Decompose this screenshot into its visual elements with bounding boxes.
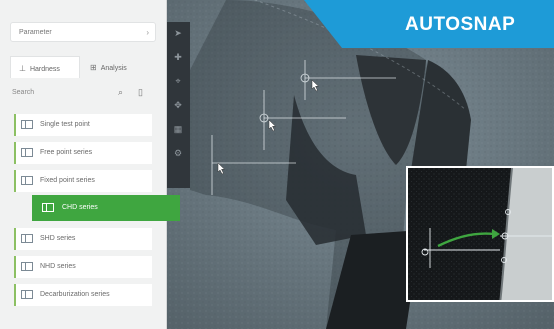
method-item-fixed-point-series[interactable]: Fixed point series	[14, 170, 152, 192]
free-series-icon	[21, 148, 33, 157]
search-row: Search ⌕ ▯	[10, 86, 156, 102]
method-item-shd-series[interactable]: SHD series	[14, 228, 152, 250]
autosnap-label: AUTOSNAP	[405, 14, 516, 35]
image-toolbar: ➤ ✚ ⌖ ✥ ▦ ⚙	[166, 22, 190, 188]
grid-tool-icon[interactable]: ▦	[172, 124, 184, 135]
method-item-label: CHD series	[62, 204, 98, 211]
single-point-icon	[21, 120, 33, 129]
parameter-dropdown-label: Parameter	[19, 29, 52, 36]
method-item-label: NHD series	[40, 263, 76, 270]
method-item-single-test-point[interactable]: Single test point	[14, 114, 152, 136]
search-icon[interactable]: ⌕	[118, 87, 123, 98]
fixed-series-icon	[21, 176, 33, 185]
pan-tool-icon[interactable]: ✥	[172, 100, 184, 111]
method-item-label: Single test point	[40, 121, 90, 128]
hardness-icon: ⊥	[19, 64, 26, 73]
zoom-inset-image	[408, 168, 552, 300]
tab-analysis[interactable]: ⊞ Analysis	[86, 56, 154, 78]
method-item-decarburization-series[interactable]: Decarburization series	[14, 284, 152, 306]
method-item-label: Fixed point series	[40, 177, 95, 184]
search-label[interactable]: Search	[12, 89, 34, 96]
shd-series-icon	[21, 234, 33, 243]
pointer-tool-icon[interactable]: ➤	[172, 28, 184, 39]
settings-tool-icon[interactable]: ⚙	[172, 148, 184, 159]
chd-series-icon	[42, 203, 54, 212]
method-item-label: Free point series	[40, 149, 93, 156]
method-item-chd-series[interactable]: CHD series	[32, 195, 180, 221]
method-item-nhd-series[interactable]: NHD series	[14, 256, 152, 278]
method-panel: Parameter › ⊥ Hardness ⊞ Analysis Search ⌕…	[0, 0, 167, 329]
method-item-free-point-series[interactable]: Free point series	[14, 142, 152, 164]
zoom-tool-icon[interactable]: ✚	[172, 52, 184, 63]
tab-hardness[interactable]: ⊥ Hardness	[10, 56, 80, 78]
filter-icon[interactable]: ▯	[138, 87, 143, 98]
analysis-icon: ⊞	[90, 63, 97, 72]
panel-tabs: ⊥ Hardness ⊞ Analysis	[10, 56, 156, 78]
parameter-dropdown[interactable]: Parameter ›	[10, 22, 156, 42]
decarburization-series-icon	[21, 290, 33, 299]
app-window: ➤ ✚ ⌖ ✥ ▦ ⚙ Parameter › ⊥ Hardness ⊞ Analy…	[0, 0, 554, 329]
chevron-right-icon: ›	[146, 28, 149, 37]
tab-analysis-label: Analysis	[100, 65, 127, 72]
autosnap-zoom-inset	[406, 166, 554, 302]
nhd-series-icon	[21, 262, 33, 271]
measure-tool-icon[interactable]: ⌖	[172, 76, 184, 87]
method-item-label: Decarburization series	[40, 291, 110, 298]
method-item-label: SHD series	[40, 235, 76, 242]
tab-hardness-label: Hardness	[29, 66, 60, 73]
